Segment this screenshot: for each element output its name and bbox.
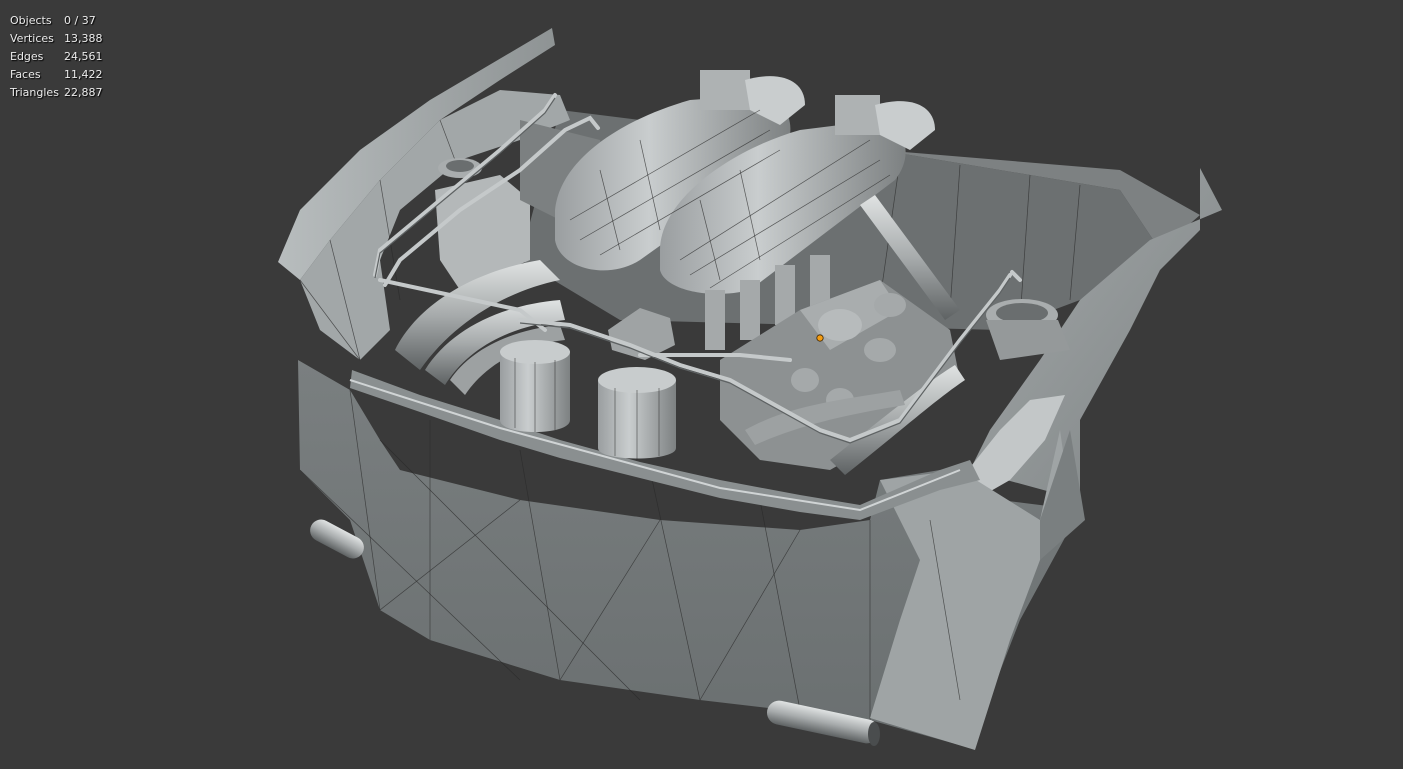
stat-vertices: Vertices 13,388: [10, 30, 103, 48]
engine-bay-model[interactable]: [0, 0, 1403, 769]
stat-value: 24,561: [64, 50, 103, 63]
air-filter-right: [598, 367, 676, 460]
stat-triangles: Triangles 22,887: [10, 84, 103, 102]
stat-value: 13,388: [64, 32, 103, 45]
origin-marker: [816, 334, 824, 342]
stat-value: 22,887: [64, 86, 103, 99]
stat-value: 11,422: [64, 68, 103, 81]
statistics-overlay: Objects 0 / 37 Vertices 13,388 Edges 24,…: [10, 12, 103, 102]
stat-value: 0 / 37: [64, 14, 96, 27]
stat-label: Edges: [10, 50, 44, 63]
3d-viewport[interactable]: Objects 0 / 37 Vertices 13,388 Edges 24,…: [0, 0, 1403, 769]
stat-edges: Edges 24,561: [10, 48, 103, 66]
stat-label: Faces: [10, 68, 41, 81]
stat-faces: Faces 11,422: [10, 66, 103, 84]
air-filter-left: [500, 340, 570, 432]
stat-objects: Objects 0 / 37: [10, 12, 103, 30]
stat-label: Triangles: [10, 86, 59, 99]
stat-label: Objects: [10, 14, 52, 27]
stat-label: Vertices: [10, 32, 54, 45]
